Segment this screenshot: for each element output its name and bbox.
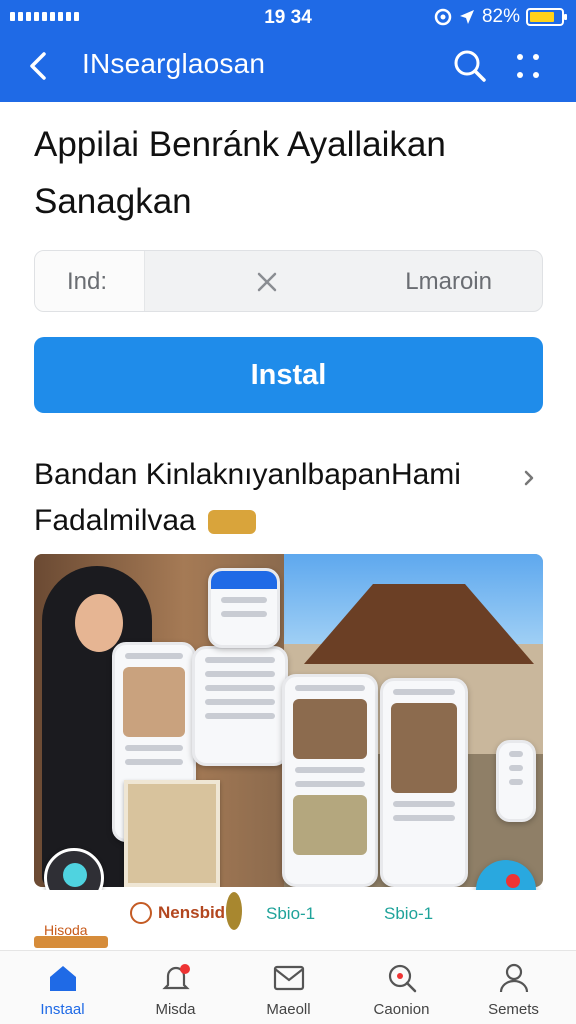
install-button[interactable]: Instal: [34, 337, 543, 413]
search-icon: [388, 964, 416, 993]
segment-left[interactable]: Ind:: [35, 251, 145, 311]
nav-label-maeoll: Maeoll: [266, 1001, 311, 1018]
close-icon[interactable]: [253, 268, 281, 296]
nav-item-caonion[interactable]: Caonion: [344, 961, 459, 1018]
more-options-icon[interactable]: [508, 46, 548, 86]
battery-percent: 82%: [481, 6, 520, 27]
heart-icon: [130, 902, 152, 924]
nav-item-misda[interactable]: Misda: [118, 961, 233, 1018]
hero-phone-4: [282, 674, 378, 887]
decorative-strip: [34, 936, 108, 948]
segment-right-label: Lmaroin: [405, 268, 492, 295]
bottom-nav: Instaal Misda Maeoll Caonion Semets: [0, 950, 576, 1024]
bell-icon: [161, 964, 190, 990]
nav-item-semets[interactable]: Semets: [456, 961, 571, 1018]
nav-item-maeoll[interactable]: Maeoll: [231, 961, 346, 1018]
segment-left-label: Ind:: [67, 268, 108, 295]
status-bar: 19 34 82%: [0, 0, 576, 34]
page-title: Appilai Benránk Ayallaikan Sanagkan: [34, 125, 446, 221]
section-title[interactable]: Bandan KinlaknıyanlbapanHami Fadalmilvaa: [34, 452, 504, 544]
battery-icon: [526, 8, 567, 26]
hero-photo: [124, 780, 220, 887]
chip-3[interactable]: Sbio-1: [266, 904, 315, 924]
back-arrow-icon[interactable]: [22, 48, 58, 84]
nav-item-install[interactable]: Instaal: [5, 961, 120, 1018]
badge-icon: [208, 510, 257, 535]
leaf-icon: [226, 892, 242, 930]
language-selector[interactable]: Ind: Lmaroin: [34, 250, 543, 312]
profile-icon: [499, 963, 528, 993]
nav-label-semets: Semets: [488, 1001, 539, 1018]
mail-icon: [273, 965, 304, 991]
location-icon: [459, 10, 474, 24]
search-icon[interactable]: [450, 46, 490, 86]
app-title: INsearglaosan: [82, 48, 266, 79]
chip-4[interactable]: Sbio-1: [384, 904, 433, 924]
sync-icon: [434, 8, 452, 26]
chip-2[interactable]: Nensbid: [130, 902, 225, 924]
hero-phone-5: [380, 678, 468, 887]
nav-label-misda: Misda: [155, 1001, 196, 1018]
nav-label-caonion: Caonion: [373, 1001, 430, 1018]
status-right: 82%: [434, 6, 567, 28]
chip-2-label: Nensbid: [158, 903, 226, 922]
top-bar: 19 34 82% INsearglaosan: [0, 0, 576, 102]
hero-image[interactable]: [34, 554, 543, 887]
chevron-right-icon[interactable]: [518, 466, 542, 490]
nav-label-install: Instaal: [40, 1001, 85, 1018]
hero-phone-2: [192, 646, 288, 766]
app-bar: INsearglaosan: [0, 34, 576, 100]
home-icon: [49, 966, 76, 991]
hero-phone-6: [496, 740, 536, 822]
hero-phone-3: [208, 568, 280, 648]
